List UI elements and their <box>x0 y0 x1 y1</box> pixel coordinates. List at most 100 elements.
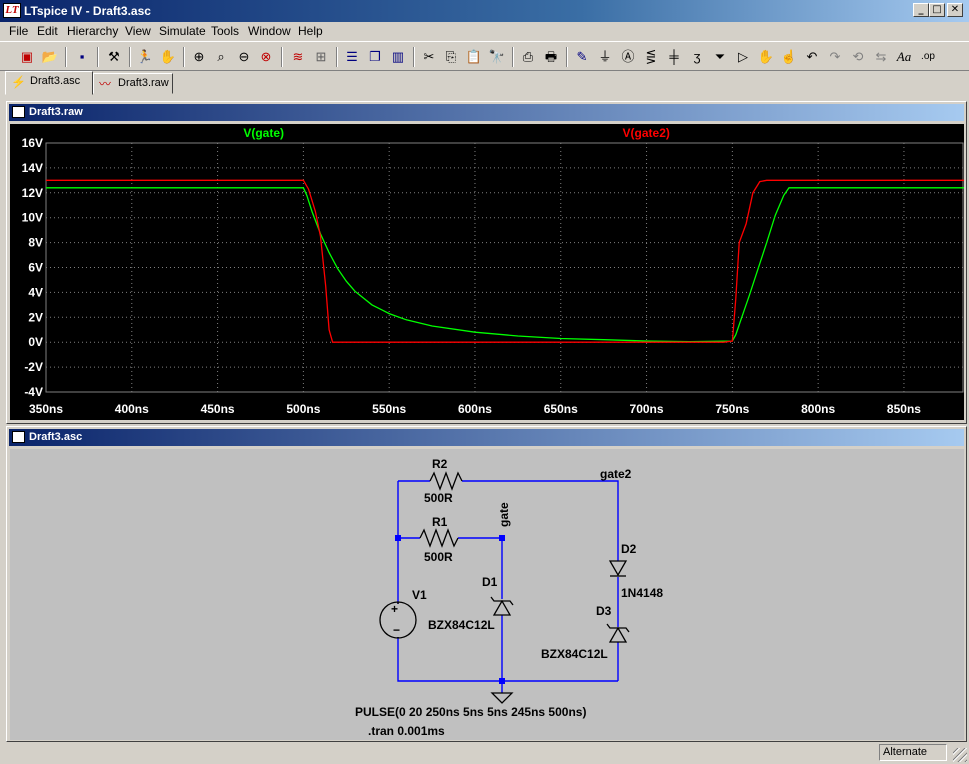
junction-dot <box>499 678 505 684</box>
series-line-vgate <box>46 187 964 343</box>
spice-directive: .tran 0.001ms <box>368 724 445 738</box>
text-icon[interactable]: Aa <box>894 47 914 67</box>
x-tick-label: 500ns <box>286 402 320 416</box>
series-line-vgate2 <box>46 179 964 343</box>
drag-icon[interactable]: ☝ <box>779 47 799 67</box>
autorange-icon[interactable]: ≋ <box>288 47 308 67</box>
status-bar: Alternate <box>0 743 969 764</box>
redo-icon[interactable]: ↷ <box>825 47 845 67</box>
y-tick-label: 8V <box>28 236 43 250</box>
zoom-out-icon[interactable]: ⊖ <box>234 47 254 67</box>
paste-icon[interactable]: 📋 <box>464 47 484 67</box>
resistor-r1-symbol <box>419 528 459 548</box>
y-tick-label: -2V <box>24 360 43 374</box>
menu-window[interactable]: Window <box>248 24 291 38</box>
legend-entry: V(gate) <box>243 126 284 140</box>
capacitor-icon[interactable]: ╪ <box>664 47 684 67</box>
menu-simulate[interactable]: Simulate <box>159 24 206 38</box>
zoom-in-icon[interactable]: ⊕ <box>189 47 209 67</box>
undo-icon[interactable]: ↶ <box>802 47 822 67</box>
waveform-plot[interactable]: 16V 14V 12V 10V 8V 6V 4V 2V 0V -2V -4V 350ns 400ns 4… <box>10 124 964 420</box>
menu-view[interactable]: View <box>125 24 151 38</box>
resistor-icon[interactable]: ⋚ <box>641 47 661 67</box>
zoom-rubber-icon[interactable]: ⌕ <box>211 47 231 67</box>
waveform-window-title: Draft3.raw <box>29 106 83 118</box>
print-setup-icon[interactable]: ⎙ <box>518 47 538 67</box>
cut-icon[interactable]: ✂ <box>419 47 439 67</box>
menu-file[interactable]: File <box>9 24 28 38</box>
x-tick-label: 450ns <box>201 402 235 416</box>
d1-name: D1 <box>482 575 498 589</box>
schematic-canvas[interactable]: + − R2 500R R1 500R gate2 gate V1 D1 BZX… <box>10 449 964 740</box>
move-icon[interactable]: ✋ <box>756 47 776 67</box>
plot-legend: V(gate) V(gate2) <box>243 126 670 140</box>
x-tick-label: 850ns <box>887 402 921 416</box>
waveform-icon: 〰 <box>99 77 112 91</box>
waveform-window-titlebar[interactable]: Draft3.raw <box>9 104 964 121</box>
net-label-gate2: gate2 <box>600 467 632 481</box>
y-tick-label: 4V <box>28 285 43 299</box>
ltspice-logo-icon[interactable]: LT <box>3 3 21 18</box>
net-label-gate: gate <box>497 502 511 527</box>
print-icon[interactable]: 🖶 <box>541 47 561 67</box>
schematic-window-title: Draft3.asc <box>29 431 83 443</box>
r2-value: 500R <box>424 491 453 505</box>
x-tick-label: 800ns <box>801 402 835 416</box>
rotate-icon[interactable]: ⟲ <box>848 47 868 67</box>
menu-hierarchy[interactable]: Hierarchy <box>67 24 118 38</box>
inductor-icon[interactable]: ʒ <box>687 47 707 67</box>
tab-draft3-asc[interactable]: ⚡ Draft3.asc <box>5 71 93 95</box>
zoom-cancel-icon[interactable]: ⊗ <box>256 47 276 67</box>
diode-icon[interactable]: ⏷ <box>710 47 730 67</box>
cascade-icon[interactable]: ❐ <box>365 47 385 67</box>
open-icon[interactable]: 📂 <box>40 47 60 67</box>
zener-d1-symbol <box>490 596 514 616</box>
toolbar: ▣ 📂 ▪ ⚒ 🏃 ✋ ⊕ ⌕ ⊖ ⊗ ≋ ⊞ ☰ ❐ ▥ ✂ ⎘ 📋 🔭 ⎙ … <box>0 41 969 71</box>
y-tick-label: 14V <box>22 161 43 175</box>
save-icon[interactable]: ▪ <box>72 47 92 67</box>
schematic-window-titlebar[interactable]: Draft3.asc <box>9 429 964 446</box>
tile-vertical-icon[interactable]: ▥ <box>388 47 408 67</box>
x-axis-ticks: 350ns 400ns 450ns 500ns 550ns 600ns 650ns 700ns… <box>29 402 921 416</box>
v1-minus-sign: − <box>393 623 400 637</box>
ground-icon[interactable]: ⏚ <box>595 47 615 67</box>
ground-symbol <box>490 692 514 704</box>
title-bar: LT LTspice IV - Draft3.asc _ □ ✕ <box>0 0 969 22</box>
maximize-button[interactable]: □ <box>929 3 945 17</box>
grid-icon[interactable]: ⊞ <box>311 47 331 67</box>
mirror-icon[interactable]: ⇆ <box>871 47 891 67</box>
draw-wire-icon[interactable]: ✎ <box>572 47 592 67</box>
r1-name: R1 <box>432 515 448 529</box>
plot-traces <box>46 179 964 343</box>
control-panel-icon[interactable]: ⚒ <box>104 47 124 67</box>
d2-value: 1N4148 <box>621 586 663 600</box>
schematic-icon <box>12 431 25 443</box>
legend-entry: V(gate2) <box>623 126 670 140</box>
x-tick-label: 550ns <box>372 402 406 416</box>
new-schematic-icon[interactable]: ▣ <box>17 47 37 67</box>
minimize-button[interactable]: _ <box>913 3 929 17</box>
run-icon[interactable]: 🏃 <box>135 47 155 67</box>
v1-name: V1 <box>412 588 427 602</box>
spice-directive-icon[interactable]: .op <box>918 47 938 67</box>
r1-value: 500R <box>424 550 453 564</box>
x-tick-label: 600ns <box>458 402 492 416</box>
tile-horizontal-icon[interactable]: ☰ <box>342 47 362 67</box>
y-tick-label: 16V <box>22 136 43 150</box>
find-icon[interactable]: 🔭 <box>487 47 507 67</box>
component-icon[interactable]: ▷ <box>733 47 753 67</box>
x-tick-label: 750ns <box>715 402 749 416</box>
halt-icon[interactable]: ✋ <box>158 47 178 67</box>
resistor-r2-symbol <box>429 471 463 491</box>
d3-value: BZX84C12L <box>541 647 608 661</box>
y-tick-label: -4V <box>24 385 43 399</box>
menu-help[interactable]: Help <box>298 24 323 38</box>
copy-icon[interactable]: ⎘ <box>441 47 461 67</box>
menu-edit[interactable]: Edit <box>37 24 58 38</box>
tab-draft3-raw[interactable]: 〰 Draft3.raw <box>93 73 173 94</box>
status-mode: Alternate <box>879 744 947 761</box>
menu-tools[interactable]: Tools <box>211 24 239 38</box>
resize-grip-icon[interactable] <box>953 748 967 762</box>
close-button[interactable]: ✕ <box>947 3 963 17</box>
label-net-icon[interactable]: Ⓐ <box>618 47 638 67</box>
